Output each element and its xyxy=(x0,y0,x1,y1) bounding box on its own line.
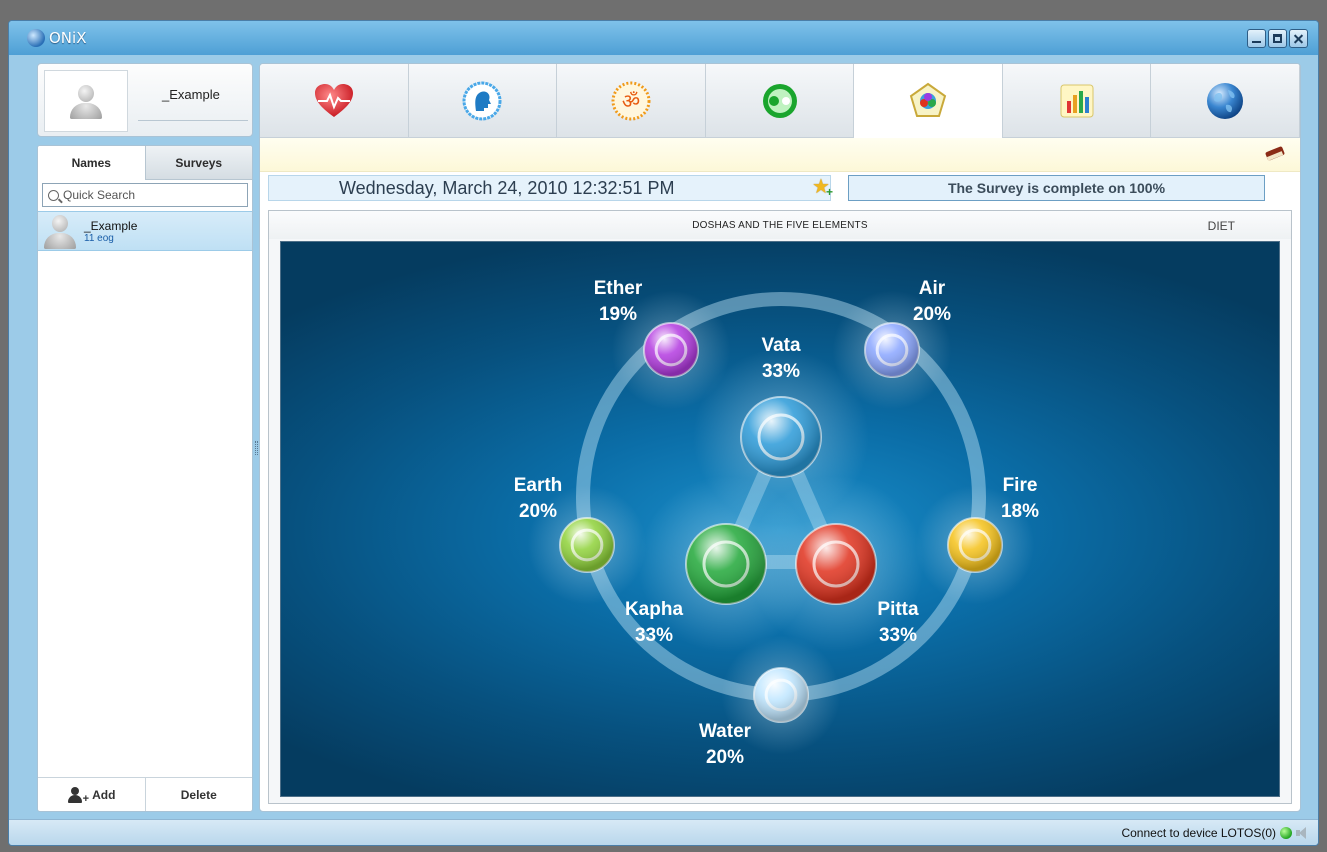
profile-name: _Example xyxy=(162,87,220,102)
divider xyxy=(138,120,248,121)
title-bar[interactable]: ONiX xyxy=(9,21,1318,55)
chart-title: DOSHAS AND THE FIVE ELEMENTS xyxy=(692,220,868,231)
kapha-label: Kapha xyxy=(625,599,684,620)
tab-elements[interactable] xyxy=(854,64,1003,138)
delete-button[interactable]: Delete xyxy=(144,778,253,811)
search-input[interactable] xyxy=(63,188,233,202)
date-navigation: Wednesday, March 24, 2010 12:32:51 PM ★ … xyxy=(268,175,1292,237)
svg-text:ॐ: ॐ xyxy=(622,89,640,113)
list-item[interactable]: _Example 11 eog xyxy=(38,211,252,251)
book-icon[interactable] xyxy=(1264,145,1286,162)
globe-icon xyxy=(1207,82,1244,119)
ether-percent: 19% xyxy=(599,304,637,325)
fire-orb-sheen xyxy=(948,518,1002,572)
device-status-text: Connect to device LOTOS(0) xyxy=(1121,826,1276,840)
bar-chart-icon xyxy=(1060,84,1094,117)
quick-search[interactable] xyxy=(42,183,248,207)
left-tabs: Names Surveys xyxy=(38,146,252,180)
panel-splitter[interactable] xyxy=(255,441,258,455)
tab-yin-yang[interactable] xyxy=(705,64,855,138)
vata-orb-sheen xyxy=(741,397,821,477)
om-icon: ॐ xyxy=(611,81,651,120)
tab-names[interactable]: Names xyxy=(38,146,145,180)
air-label: Air xyxy=(919,278,946,299)
doshas-elements-diagram: Ether 19% Air 20% Fire 18% Water 20% Earth 20% Vat… xyxy=(280,241,1280,797)
connection-led-icon xyxy=(1280,827,1292,839)
yin-yang-icon xyxy=(762,83,797,118)
fire-label: Fire xyxy=(1003,475,1038,496)
earth-label: Earth xyxy=(514,475,563,496)
person-name: _Example xyxy=(84,218,138,233)
diagram-svg: Ether 19% Air 20% Fire 18% Water 20% Earth 20% Vat… xyxy=(514,278,1039,768)
ether-label: Ether xyxy=(594,278,643,299)
water-percent: 20% xyxy=(706,747,744,768)
kapha-percent: 33% xyxy=(635,625,673,646)
earth-orb-sheen xyxy=(560,518,614,572)
heart-icon xyxy=(314,83,353,117)
ether-orb-sheen xyxy=(644,323,698,377)
left-panel: _Example Names Surveys _Example 11 eog xyxy=(37,63,253,812)
diet-link[interactable]: DIET xyxy=(1208,219,1235,233)
water-orb-sheen xyxy=(754,668,808,722)
avatar xyxy=(44,70,128,132)
add-label: Add xyxy=(92,787,116,802)
profile-card[interactable]: _Example xyxy=(37,63,253,137)
chart-header: DOSHAS AND THE FIVE ELEMENTS DIET xyxy=(269,211,1291,239)
tab-globe[interactable] xyxy=(1151,64,1300,138)
date-box: Wednesday, March 24, 2010 12:32:51 PM xyxy=(268,175,983,237)
water-label: Water xyxy=(699,721,752,742)
person-icon xyxy=(42,213,78,249)
main-panel: ॐ Wednesday, March 24, 2010 12:32:51 PM … xyxy=(259,63,1301,812)
speaker-icon[interactable] xyxy=(1296,827,1310,839)
person-placeholder-icon xyxy=(68,83,104,119)
window-controls xyxy=(1247,29,1308,48)
pentagon-elements-icon xyxy=(909,82,947,117)
add-button[interactable]: + Add xyxy=(38,778,145,811)
vata-label: Vata xyxy=(761,335,801,356)
person-subtitle: 11 eog xyxy=(84,232,114,244)
search-icon xyxy=(48,189,59,201)
tab-om[interactable]: ॐ xyxy=(557,64,706,138)
pitta-orb-sheen xyxy=(796,524,876,604)
pitta-percent: 33% xyxy=(879,625,917,646)
onix-logo-icon xyxy=(27,29,45,47)
maximize-icon[interactable] xyxy=(1268,29,1287,48)
people-list-panel: Names Surveys _Example 11 eog + Add Del xyxy=(37,145,253,812)
survey-status: The Survey is complete on 100% xyxy=(848,175,1265,201)
window-title: ONiX xyxy=(49,29,87,47)
add-favorite-plus-icon: + xyxy=(826,185,834,199)
minimize-icon[interactable] xyxy=(1247,29,1266,48)
add-user-icon: + xyxy=(67,786,89,804)
vata-percent: 33% xyxy=(762,361,800,382)
tab-surveys[interactable]: Surveys xyxy=(144,146,252,180)
list-actions: + Add Delete xyxy=(38,777,252,811)
tab-statistics[interactable] xyxy=(1002,64,1152,138)
air-orb-sheen xyxy=(865,323,919,377)
survey-datetime: Wednesday, March 24, 2010 12:32:51 PM xyxy=(339,177,675,198)
app-window: ONiX _Example Names Surveys Quick Search… xyxy=(8,20,1319,846)
fire-percent: 18% xyxy=(1001,501,1039,522)
doshas-chart-frame: DOSHAS AND THE FIVE ELEMENTS DIET Ether … xyxy=(268,210,1292,804)
close-icon[interactable] xyxy=(1289,29,1308,48)
module-tabs: ॐ xyxy=(260,64,1300,138)
pitta-label: Pitta xyxy=(877,599,919,620)
status-bar: Connect to device LOTOS(0) xyxy=(9,819,1318,845)
tab-head-profile[interactable] xyxy=(408,64,558,138)
air-percent: 20% xyxy=(913,304,951,325)
earth-percent: 20% xyxy=(519,501,557,522)
info-bar xyxy=(260,138,1300,172)
tab-heart[interactable] xyxy=(260,64,409,138)
head-profile-icon xyxy=(462,81,502,120)
